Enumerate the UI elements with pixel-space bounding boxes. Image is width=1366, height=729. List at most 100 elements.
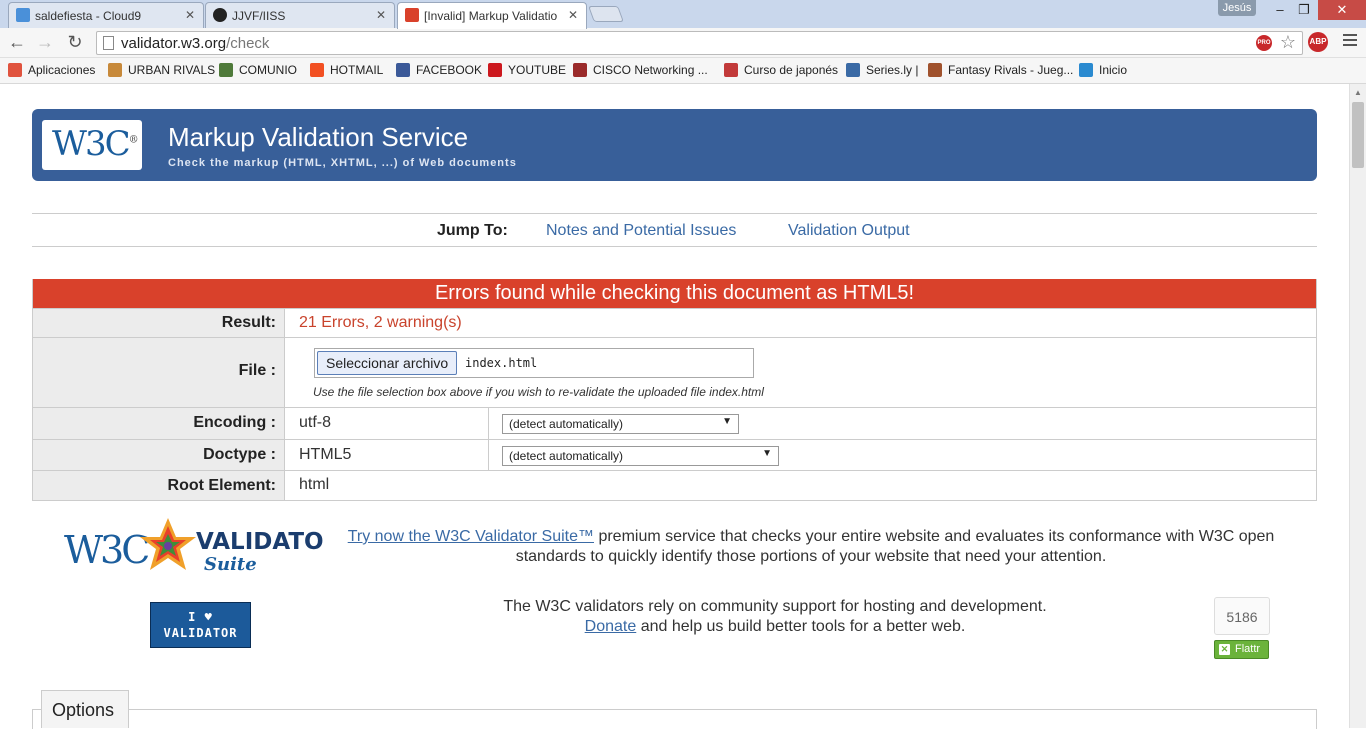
donate-text: The W3C validators rely on community sup… [470, 597, 1080, 637]
i-love-validator-badge[interactable]: I ♥ VALIDATOR [150, 602, 251, 648]
validator-suite-logo[interactable]: W3C VALIDATOR Suite [64, 515, 342, 577]
jump-notes-link[interactable]: Notes and Potential Issues [546, 222, 736, 240]
bookmark-item[interactable]: Inicio [1079, 63, 1127, 77]
bookmark-item[interactable]: HOTMAIL [310, 63, 383, 77]
scroll-thumb[interactable] [1352, 102, 1364, 168]
result-row: Result: 21 Errors, 2 warning(s) [33, 308, 1316, 337]
minimize-icon[interactable]: – [1268, 0, 1292, 20]
menu-icon[interactable] [1343, 34, 1357, 50]
close-tab-icon[interactable]: ✕ [185, 8, 195, 22]
url-text: validator.w3.org/check [121, 35, 269, 52]
back-arrow-icon[interactable]: ← [6, 31, 28, 53]
badge-line2: VALIDATOR [163, 626, 238, 640]
restore-icon[interactable]: ❐ [1292, 0, 1316, 20]
support-text: The W3C validators rely on community sup… [503, 598, 1047, 615]
pro-extension-icon[interactable]: PRO [1256, 35, 1272, 51]
encoding-value: utf-8 [299, 414, 332, 431]
dropdown-arrow-icon: ▼ [722, 416, 732, 427]
bookmark-item[interactable]: Curso de japonés [724, 63, 838, 77]
tab-github[interactable]: JJVF/IISS ✕ [205, 2, 395, 28]
adblock-plus-icon[interactable]: ABP [1308, 32, 1328, 52]
dropdown-arrow-icon: ▼ [762, 448, 772, 459]
url-host: validator.w3.org [121, 35, 227, 52]
bookmark-icon [310, 63, 324, 77]
badge-line1: I ♥ [188, 610, 213, 624]
close-window-icon[interactable]: ✕ [1318, 0, 1366, 20]
jump-label: Jump To: [437, 222, 508, 239]
w3c-favicon-icon [405, 8, 419, 22]
doctype-select[interactable]: (detect automatically) ▼ [502, 446, 779, 466]
scroll-up-icon[interactable]: ▲ [1354, 88, 1362, 97]
column-divider [488, 440, 489, 470]
close-tab-icon[interactable]: ✕ [568, 8, 578, 22]
root-element-label: Root Element: [33, 471, 285, 500]
bookmark-icon [219, 63, 233, 77]
user-profile-badge[interactable]: Jesús [1218, 0, 1256, 16]
encoding-label: Encoding : [33, 408, 285, 439]
choose-file-button[interactable]: Seleccionar archivo [317, 351, 458, 375]
svg-text:Suite: Suite [204, 554, 257, 575]
tab-title: JJVF/IISS [232, 9, 286, 23]
page-header-banner: W3C® Markup Validation Service Check the… [32, 109, 1317, 181]
bookmark-item[interactable]: Fantasy Rivals - Jueg... [928, 63, 1073, 77]
result-table: Errors found while checking this documen… [32, 279, 1317, 501]
tab-cloud9[interactable]: saldefiesta - Cloud9 ✕ [8, 2, 204, 28]
bookmark-icon [573, 63, 587, 77]
github-favicon-icon [213, 8, 227, 22]
close-tab-icon[interactable]: ✕ [376, 8, 386, 22]
validator-suite-text: Try now the W3C Validator Suite™ premium… [340, 527, 1282, 567]
bookmark-item[interactable]: Series.ly | [846, 63, 918, 77]
column-divider [488, 408, 489, 439]
bookmark-label: HOTMAIL [330, 63, 384, 77]
bookmark-label: Aplicaciones [28, 63, 96, 77]
bookmark-icon [488, 63, 502, 77]
bookmark-item[interactable]: COMUNIO [219, 63, 297, 77]
jump-output-link[interactable]: Validation Output [788, 222, 910, 240]
bookmark-label: COMUNIO [239, 63, 297, 77]
result-value: 21 Errors, 2 warning(s) [299, 314, 462, 331]
bookmark-icon [846, 63, 860, 77]
file-input[interactable]: Seleccionar archivo index.html [314, 348, 754, 378]
options-tab[interactable]: Options [41, 690, 129, 728]
bookmark-item[interactable]: YOUTUBE [488, 63, 566, 77]
w3c-logo[interactable]: W3C® [42, 120, 142, 170]
encoding-select[interactable]: (detect automatically) ▼ [502, 414, 739, 434]
file-label: File : [33, 338, 285, 407]
bookmark-icon [928, 63, 942, 77]
cloud9-favicon-icon [16, 8, 30, 22]
bookmark-star-icon[interactable]: ☆ [1280, 32, 1296, 53]
bookmark-label: Fantasy Rivals - Jueg... [948, 63, 1074, 77]
doctype-select-value: (detect automatically) [509, 449, 624, 463]
file-name: index.html [465, 356, 538, 370]
bookmark-label: URBAN RIVALS [128, 63, 216, 77]
bookmark-item[interactable]: URBAN RIVALS [108, 63, 215, 77]
browser-toolbar: ← → ↻ validator.w3.org/check PRO ☆ ABP [0, 28, 1366, 58]
bookmark-label: Inicio [1099, 63, 1128, 77]
options-panel [32, 709, 1317, 729]
encoding-row: Encoding : utf-8 (detect automatically) … [33, 407, 1316, 439]
new-tab-button[interactable] [588, 6, 624, 22]
vertical-scrollbar[interactable]: ▲ [1349, 84, 1366, 728]
doctype-row: Doctype : HTML5 (detect automatically) ▼ [33, 439, 1316, 470]
bookmark-icon [1079, 63, 1093, 77]
validator-suite-link[interactable]: Try now the W3C Validator Suite™ [348, 528, 594, 545]
page-icon [103, 36, 114, 50]
tab-validator[interactable]: [Invalid] Markup Validatio ✕ [397, 2, 587, 29]
bookmark-item[interactable]: Aplicaciones [8, 63, 95, 77]
bookmark-label: FACEBOOK [416, 63, 483, 77]
donate-link[interactable]: Donate [585, 618, 637, 635]
forward-arrow-icon[interactable]: → [34, 31, 56, 53]
doctype-label: Doctype : [33, 440, 285, 470]
bookmark-item[interactable]: CISCO Networking ... [573, 63, 708, 77]
svg-text:VALIDATOR: VALIDATOR [196, 529, 324, 555]
result-label: Result: [33, 309, 285, 337]
svg-text:W3C: W3C [64, 528, 148, 572]
bookmark-item[interactable]: FACEBOOK [396, 63, 482, 77]
address-bar[interactable]: validator.w3.org/check PRO ☆ [96, 31, 1303, 55]
reload-icon[interactable]: ↻ [64, 31, 86, 53]
page-subtitle: Check the markup (HTML, XHTML, ...) of W… [168, 157, 517, 169]
bookmark-label: Curso de japonés [744, 63, 839, 77]
flattr-button[interactable]: ✕ Flattr [1214, 640, 1269, 659]
bookmark-icon [8, 63, 22, 77]
bookmark-label: YOUTUBE [508, 63, 567, 77]
